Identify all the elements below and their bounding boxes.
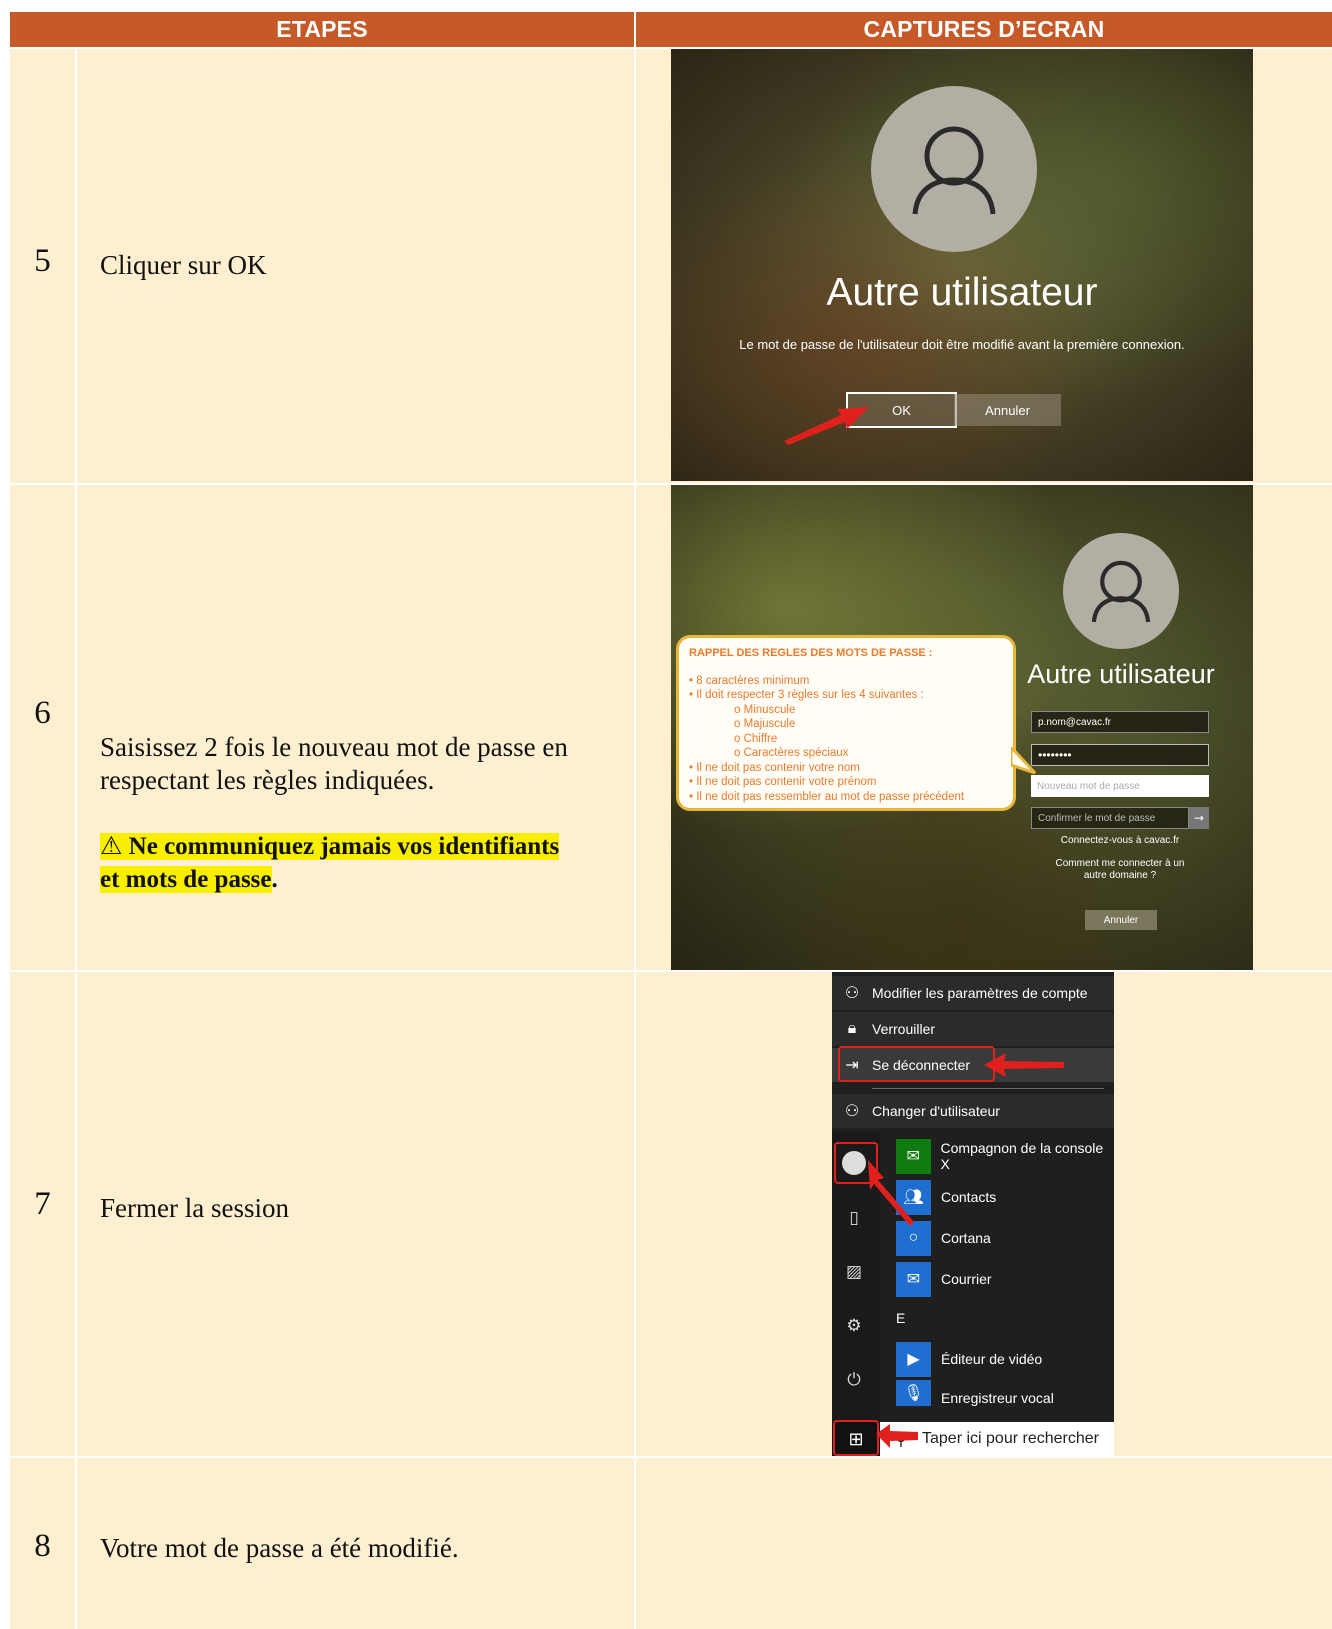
- row7-image-cell: ⚇ Modifier les paramètres de compte 🔒︎ Ver…: [636, 972, 1332, 1456]
- password-screenshot: Autre utilisateur p.nom@cavac.fr •••••••…: [671, 485, 1253, 970]
- lock-icon: 🔒︎: [847, 1020, 857, 1037]
- app-label: Cortana: [941, 1230, 991, 1246]
- callout-line: • Il doit respecter 3 règles sur les 4 s…: [689, 689, 924, 701]
- callout-line: o Chiffre: [734, 732, 778, 745]
- section-letter-label: E: [896, 1310, 906, 1326]
- red-arrow-icon: [784, 407, 869, 445]
- menu-divider: [872, 1088, 1104, 1089]
- callout-line: • 8 caractères minimum: [689, 674, 810, 687]
- step-number: 7: [34, 1186, 51, 1222]
- menu-item-account-settings[interactable]: ⚇ Modifier les paramètres de compte: [832, 976, 1114, 1010]
- warning-text-line1: Ne communiquez jamais vos identifiants: [128, 833, 560, 860]
- other-domain-link[interactable]: Comment me connecter à un autre domaine …: [1046, 858, 1194, 882]
- app-label: Courrier: [941, 1271, 992, 1287]
- row8-text-cell: Votre mot de passe a été modifié.: [77, 1458, 634, 1629]
- cancel-label: Annuler: [985, 402, 1030, 418]
- callout-line: o Minuscule: [734, 703, 796, 716]
- new-password-field[interactable]: Nouveau mot de passe: [1031, 775, 1209, 797]
- login-title: Autre utilisateur: [826, 271, 1098, 314]
- highlight-box: [838, 1046, 995, 1082]
- row7-text-cell: Fermer la session: [77, 972, 634, 1456]
- step-number: 5: [34, 243, 51, 279]
- app-label: Éditeur de vidéo: [941, 1351, 1043, 1367]
- submit-arrow-icon[interactable]: →: [1189, 807, 1209, 829]
- warning-note: ⚠ Ne communiquez jamais vos identifiants…: [100, 829, 630, 896]
- callout-line: o Majuscule: [734, 718, 796, 730]
- menu-item-label: Modifier les paramètres de compte: [872, 985, 1088, 1001]
- video-editor-icon: ▶: [896, 1341, 931, 1377]
- header-captures: CAPTURES D’ECRAN: [636, 12, 1332, 47]
- step-text-line1: Saisissez 2 fois le nouveau mot de passe…: [100, 732, 568, 762]
- user-avatar-icon: [871, 86, 1037, 252]
- red-arrow-icon: [868, 1160, 914, 1226]
- password-field[interactable]: ••••••••: [1031, 744, 1209, 766]
- switch-user-icon: ⚇: [844, 1103, 860, 1120]
- callout-line: • Il ne doit pas contenir votre nom: [689, 761, 860, 774]
- step-text: Votre mot de passe a été modifié.: [100, 1533, 459, 1563]
- user-avatar-icon: [1063, 533, 1179, 649]
- menu-item-label: Verrouiller: [872, 1021, 936, 1037]
- search-placeholder: Taper ici pour rechercher: [922, 1430, 1099, 1447]
- mail-icon: ✉: [896, 1261, 931, 1297]
- row6-num-cell: 6: [10, 485, 75, 970]
- warning-text-line2: et mots de passe: [100, 866, 272, 893]
- step-text: Fermer la session: [100, 1193, 289, 1223]
- username-field[interactable]: p.nom@cavac.fr: [1031, 711, 1209, 733]
- pictures-icon[interactable]: ▨: [842, 1262, 866, 1282]
- warning-highlight: ⚠ Ne communiquez jamais vos identifiants…: [100, 831, 560, 893]
- app-voice-recorder[interactable]: 🎙︎ Enregistreur vocal: [896, 1380, 1054, 1406]
- warning-icon: ⚠: [100, 831, 123, 860]
- password-rules-callout: RAPPEL DES REGLES DES MOTS DE PASSE : • …: [676, 635, 1016, 811]
- start-menu-screenshot: ⚇ Modifier les paramètres de compte 🔒︎ Ver…: [832, 972, 1114, 1456]
- login-message: Le mot de passe de l'utilisateur doit êt…: [739, 337, 1185, 352]
- warning-period: .: [271, 866, 278, 893]
- ok-label: OK: [892, 402, 911, 418]
- cancel-label: Annuler: [1103, 914, 1139, 926]
- callout-line: o Caractères spéciaux: [734, 747, 849, 759]
- voice-recorder-icon: 🎙︎: [896, 1380, 931, 1406]
- app-label: Compagnon de la console X: [940, 1140, 1104, 1172]
- step-number: 6: [34, 695, 51, 731]
- row5-text-cell: Cliquer sur OK: [77, 49, 634, 483]
- callout-line: • Il ne doit pas ressembler au mot de pa…: [689, 790, 965, 803]
- app-mail[interactable]: ✉ Courrier: [896, 1260, 992, 1298]
- app-video-editor[interactable]: ▶ Éditeur de vidéo: [896, 1340, 1042, 1378]
- row8-num-cell: 8: [10, 1458, 75, 1629]
- login-screenshot: Autre utilisateur Le mot de passe de l'u…: [671, 49, 1253, 481]
- callout-title: RAPPEL DES REGLES DES MOTS DE PASSE :: [689, 647, 933, 659]
- app-xbox-companion[interactable]: ✉ Compagnon de la console X: [896, 1137, 1114, 1175]
- step-number: 8: [34, 1528, 51, 1564]
- app-label: Contacts: [941, 1189, 997, 1205]
- row8-image-cell: [636, 1458, 1332, 1629]
- header-etapes: ETAPES: [10, 12, 634, 47]
- red-arrow-icon: [984, 1053, 1064, 1077]
- step-text-line2: respectant les règles indiquées.: [100, 765, 435, 795]
- login-title: Autre utilisateur: [1027, 659, 1215, 689]
- row5-image-cell: Autre utilisateur Le mot de passe de l'u…: [636, 49, 1332, 483]
- row5-num-cell: 5: [10, 49, 75, 483]
- cancel-button[interactable]: Annuler: [954, 394, 1061, 426]
- app-label: Enregistreur vocal: [941, 1390, 1054, 1406]
- account-settings-icon: ⚇: [844, 985, 860, 1002]
- callout-pointer: [1011, 747, 1037, 775]
- callout-line: • Il ne doit pas contenir votre prénom: [689, 776, 877, 788]
- power-icon[interactable]: ⏻: [842, 1370, 866, 1390]
- connect-link[interactable]: Connectez-vous à cavac.fr: [1021, 835, 1219, 846]
- row6-image-cell: Autre utilisateur p.nom@cavac.fr •••••••…: [636, 485, 1332, 970]
- section-letter[interactable]: E: [896, 1303, 905, 1333]
- confirm-password-field[interactable]: Confirmer le mot de passe: [1031, 807, 1189, 829]
- step-text: Saisissez 2 fois le nouveau mot de passe…: [100, 731, 630, 896]
- menu-item-lock[interactable]: 🔒︎ Verrouiller: [832, 1012, 1114, 1046]
- row7-num-cell: 7: [10, 972, 75, 1456]
- menu-item-label: Changer d'utilisateur: [872, 1103, 1000, 1119]
- menu-item-switch-user[interactable]: ⚇ Changer d'utilisateur: [832, 1094, 1114, 1128]
- row6-text-cell: Saisissez 2 fois le nouveau mot de passe…: [77, 485, 634, 970]
- cancel-button[interactable]: Annuler: [1085, 910, 1157, 930]
- step-text: Cliquer sur OK: [100, 250, 267, 280]
- settings-icon[interactable]: ⚙: [842, 1316, 866, 1336]
- red-arrow-icon: [876, 1424, 918, 1448]
